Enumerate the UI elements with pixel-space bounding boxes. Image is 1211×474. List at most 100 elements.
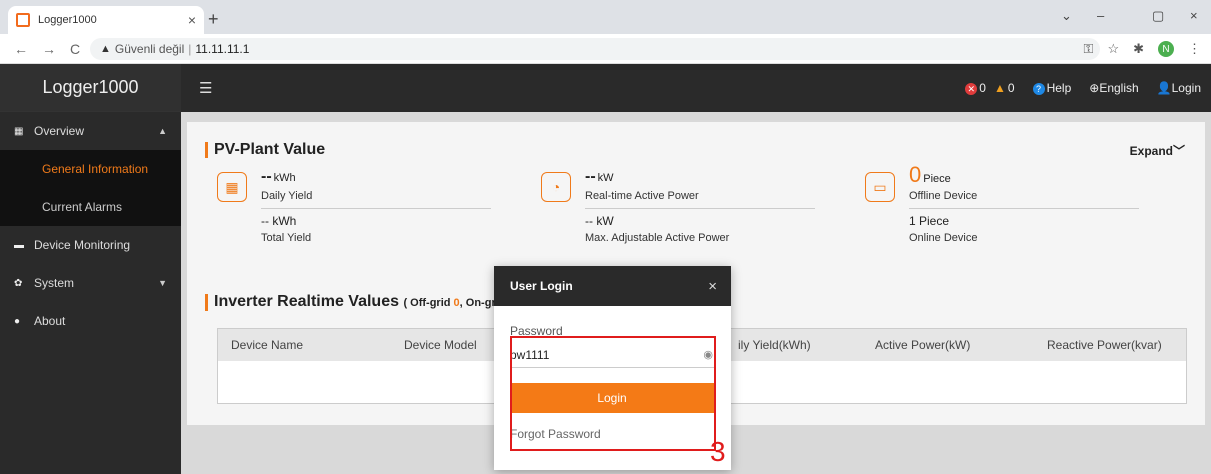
language-selector[interactable]: ⊕English xyxy=(1089,81,1138,95)
extensions-icon[interactable]: ✱ xyxy=(1133,41,1144,57)
daily-yield-value-line: -- kWh xyxy=(261,168,296,186)
warning-triangle-icon: ▲ xyxy=(993,80,1006,95)
login-label: Login xyxy=(1171,81,1201,95)
login-link[interactable]: 👤Login xyxy=(1157,81,1201,95)
header-actions: ✕ 0 ▲ 0 ? Help ⊕English 👤Login xyxy=(965,64,1201,112)
user-icon: 👤 xyxy=(1156,81,1172,95)
caret-down-icon: ▼ xyxy=(158,278,167,288)
online-label: Online Device xyxy=(909,232,978,244)
menu-dots-icon[interactable]: ⋮ xyxy=(1188,41,1201,57)
active-power-value: -- xyxy=(585,168,596,185)
offline-value: 0 xyxy=(909,162,922,187)
tab-search-icon[interactable]: ⌄ xyxy=(1061,8,1072,24)
step-annotation: 3 xyxy=(710,436,726,467)
address-bar[interactable]: ▲ Güvenli değil | 11.11.11.1 xyxy=(90,38,1100,60)
total-yield-value: -- kWh xyxy=(261,214,297,228)
col-device-name: Device Name xyxy=(231,338,304,352)
max-power-label: Max. Adjustable Active Power xyxy=(585,232,730,244)
key-icon[interactable]: ⚿ xyxy=(1084,41,1094,57)
daily-yield-value: -- xyxy=(261,168,272,185)
solar-panel-icon: ▦ xyxy=(217,172,247,202)
help-link[interactable]: ? Help xyxy=(1032,81,1072,95)
reload-button[interactable]: C xyxy=(70,41,80,57)
browser-tab[interactable]: Logger1000 × xyxy=(8,6,204,34)
sidebar-item-label: Device Monitoring xyxy=(34,238,131,252)
col-device-model: Device Model xyxy=(404,338,477,352)
browser-actions: ⚿ ☆ ✱ N ⋮ xyxy=(1084,41,1201,57)
minimize-button[interactable]: – xyxy=(1097,8,1104,23)
active-power-label: Real-time Active Power xyxy=(585,190,815,209)
online-value: 1 Piece xyxy=(909,214,950,228)
ongrid-label: , On-gr xyxy=(459,297,496,309)
modal-title: User Login xyxy=(510,279,573,293)
sidebar-item-label: About xyxy=(34,314,66,328)
info-icon: ● xyxy=(14,315,21,327)
globe-icon: ⊕ xyxy=(1089,81,1100,95)
url-text: 11.11.11.1 xyxy=(195,42,250,56)
sidebar-item-about[interactable]: ● About xyxy=(0,302,181,340)
offline-unit: Piece xyxy=(923,173,951,185)
offline-label: Offline Device xyxy=(909,190,1139,209)
active-power-value-line: -- kW xyxy=(585,168,614,186)
expand-label: Expand xyxy=(1129,144,1173,158)
sidebar-item-label: Overview xyxy=(34,124,85,138)
total-yield-label: Total Yield xyxy=(261,232,312,244)
inverter-title-text: Inverter Realtime Values xyxy=(214,293,399,310)
help-icon: ? xyxy=(1032,83,1045,95)
caret-up-icon: ▲ xyxy=(158,126,167,136)
forward-button[interactable]: → xyxy=(42,41,56,57)
tab-title: Logger1000 xyxy=(38,14,97,26)
star-icon[interactable]: ☆ xyxy=(1107,41,1119,57)
address-separator: | xyxy=(188,42,192,56)
browser-toolbar: ← → C ▲ Güvenli değil | 11.11.11.1 ⚿ ☆ ✱… xyxy=(0,34,1211,64)
pv-plant-card: PV-Plant Value Expand﹀ ▦ -- kWh Daily Yie… xyxy=(187,122,1205,270)
chevron-down-icon: ﹀ xyxy=(1172,144,1185,158)
favicon-icon xyxy=(16,13,30,27)
tab-close-icon[interactable]: × xyxy=(188,12,196,28)
browser-tab-bar: Logger1000 × + ⌄ – ▢ × xyxy=(0,0,1211,34)
window-close-button[interactable]: × xyxy=(1190,8,1198,23)
sidebar-item-device-monitoring[interactable]: ▬ Device Monitoring xyxy=(0,226,181,264)
daily-yield-unit: kWh xyxy=(273,172,296,184)
menu-toggle-icon[interactable]: ☰ xyxy=(199,79,212,97)
warning-icon: ▲ xyxy=(100,43,111,55)
daily-yield-label: Daily Yield xyxy=(261,190,491,209)
highlight-box xyxy=(510,336,716,451)
pv-plant-title: PV-Plant Value xyxy=(205,142,325,158)
active-power-unit: kW xyxy=(597,172,614,184)
help-label: Help xyxy=(1046,81,1072,95)
new-tab-button[interactable]: + xyxy=(208,9,219,30)
sidebar-item-system[interactable]: ✿ System ▼ xyxy=(0,264,181,302)
overview-submenu: General Information Current Alarms xyxy=(0,150,181,226)
col-active-power: Active Power(kW) xyxy=(875,338,971,352)
grid-icon: ▦ xyxy=(14,125,24,137)
col-daily-yield: ily Yield(kWh) xyxy=(738,338,811,352)
gear-icon: ✿ xyxy=(14,277,23,289)
modal-header: User Login × xyxy=(494,266,731,306)
expand-toggle[interactable]: Expand﹀ xyxy=(1130,142,1185,159)
maximize-button[interactable]: ▢ xyxy=(1152,8,1164,24)
max-power-value: -- kW xyxy=(585,214,614,228)
warning-count: 0 xyxy=(1007,80,1015,95)
offgrid-label: ( Off-grid xyxy=(403,297,454,309)
offline-value-line: 0 Piece xyxy=(909,162,951,188)
alarm-counts[interactable]: ✕ 0 ▲ 0 xyxy=(965,80,1015,96)
sidebar-item-current-alarms[interactable]: Current Alarms xyxy=(0,188,181,226)
app-sidebar: Logger1000 ▦ Overview ▲ General Informat… xyxy=(0,64,181,474)
error-icon: ✕ xyxy=(965,83,978,96)
inverter-title: Inverter Realtime Values ( Off-grid 0, O… xyxy=(205,294,496,311)
profile-avatar[interactable]: N xyxy=(1158,41,1174,57)
monitor-device-icon: ▭ xyxy=(865,172,895,202)
sidebar-item-general-information[interactable]: General Information xyxy=(0,150,181,188)
sidebar-item-label: System xyxy=(34,276,75,290)
app-brand: Logger1000 xyxy=(0,64,181,112)
monitor-icon: ▬ xyxy=(14,239,24,251)
sidebar-item-overview[interactable]: ▦ Overview ▲ xyxy=(0,112,181,150)
col-reactive-power: Reactive Power(kvar) xyxy=(1047,338,1162,352)
close-icon[interactable]: × xyxy=(708,278,717,295)
language-label: English xyxy=(1099,81,1139,95)
back-button[interactable]: ← xyxy=(14,41,28,57)
error-count: 0 xyxy=(979,80,986,95)
gauge-icon: ◔ xyxy=(541,172,571,202)
security-label: Güvenli değil xyxy=(114,42,185,56)
